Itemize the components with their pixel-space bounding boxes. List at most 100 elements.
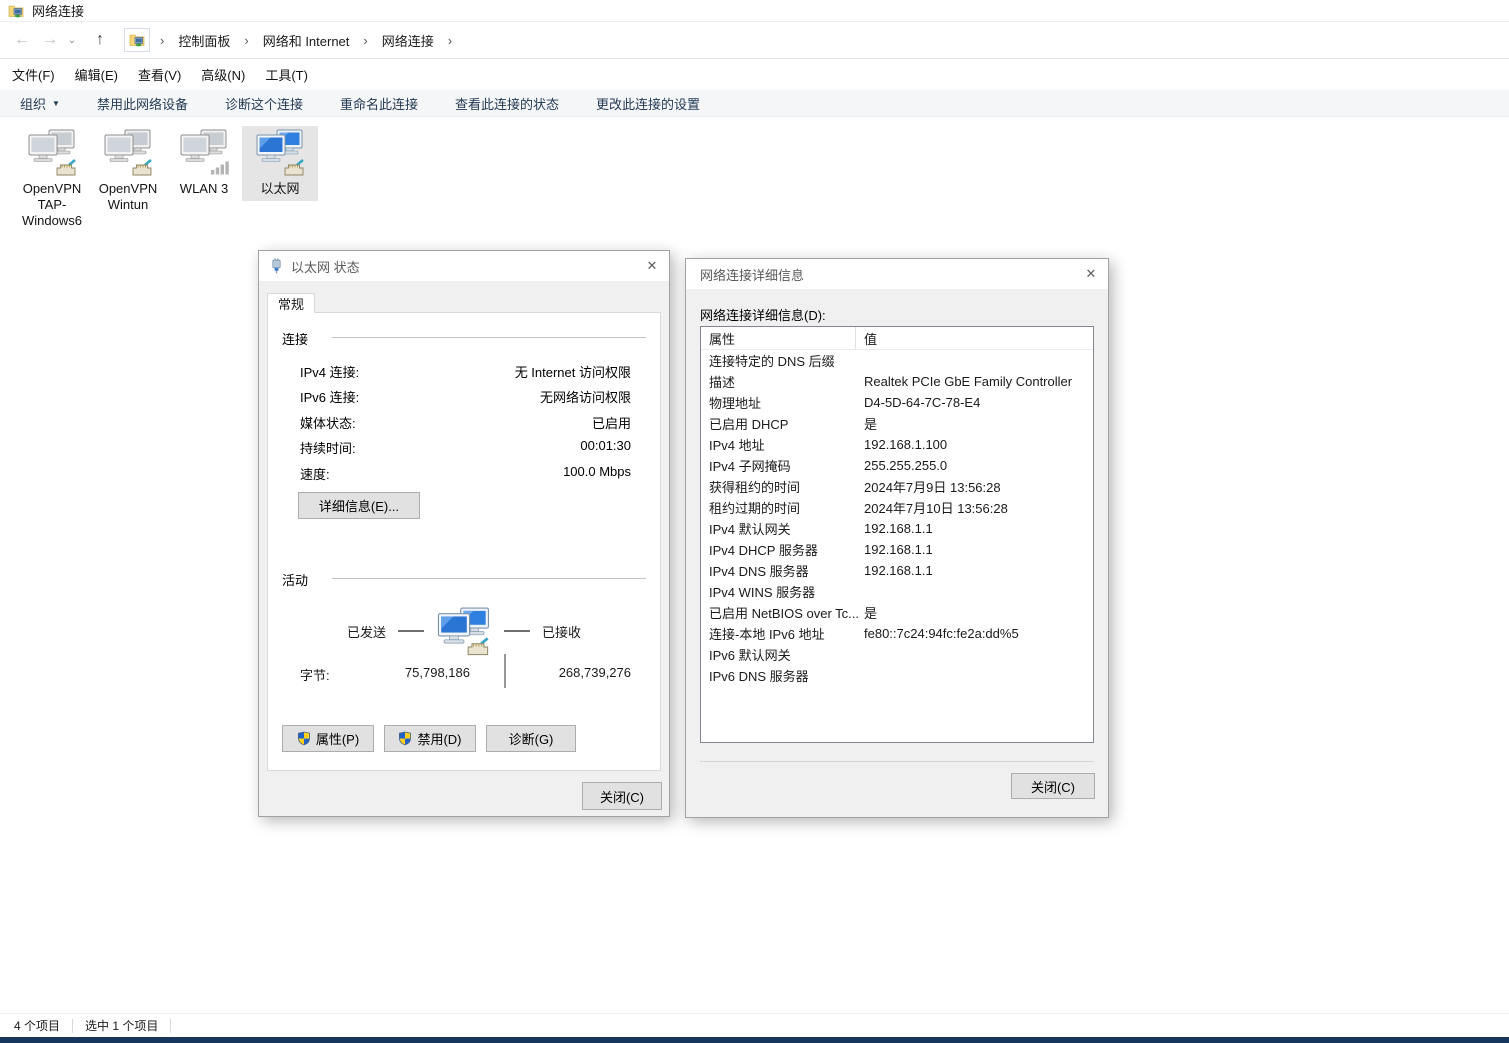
- ipv6-connectivity-label: IPv6 连接:: [300, 387, 359, 406]
- table-row[interactable]: IPv6 默认网关: [701, 644, 1093, 665]
- toolbar-organize-label: 组织: [20, 94, 46, 113]
- connection-item-openvpn-tap[interactable]: OpenVPN TAP-Windows6: [14, 126, 90, 233]
- toolbar-diagnose-connection[interactable]: 诊断这个连接: [225, 94, 303, 113]
- row-property: IPv4 子网掩码: [701, 456, 856, 475]
- media-state-value: 已启用: [592, 413, 631, 432]
- ipv4-connectivity-label: IPv4 连接:: [300, 362, 359, 381]
- forward-icon[interactable]: →: [36, 31, 64, 49]
- toolbar-organize[interactable]: 组织 ▼: [20, 94, 60, 113]
- duration-label: 持续时间:: [300, 438, 356, 457]
- group-divider: [332, 337, 646, 338]
- details-list-label: 网络连接详细信息(D):: [700, 305, 826, 324]
- row-value: 是: [856, 603, 1093, 622]
- bytes-label: 字节:: [300, 665, 330, 684]
- row-value: 255.255.255.0: [856, 458, 1093, 473]
- table-row[interactable]: 连接特定的 DNS 后缀: [701, 350, 1093, 371]
- link-dash: [398, 630, 424, 632]
- activity-diagram: 已发送 已接收: [268, 606, 660, 656]
- dialog-titlebar: 网络连接详细信息 ✕: [686, 259, 1108, 289]
- row-value: 192.168.1.1: [856, 563, 1093, 578]
- navigation-bar: ← → ⌄ ↑ › 控制面板 › 网络和 Internet › 网络连接 ›: [0, 22, 1509, 59]
- close-icon[interactable]: ✕: [635, 251, 669, 281]
- back-icon[interactable]: ←: [8, 31, 36, 49]
- menu-tools[interactable]: 工具(T): [255, 65, 318, 84]
- connection-group-label: 连接: [282, 329, 308, 348]
- row-value: Realtek PCIe GbE Family Controller: [856, 374, 1093, 389]
- row-value: fe80::7c24:94fc:fe2a:dd%5: [856, 626, 1093, 641]
- details-table: 属性 值 连接特定的 DNS 后缀 描述 Realtek PCIe GbE Fa…: [700, 326, 1094, 743]
- table-row[interactable]: IPv4 DNS 服务器 192.168.1.1: [701, 560, 1093, 581]
- ethernet-adapter-active-icon: [255, 129, 305, 177]
- row-property: 物理地址: [701, 393, 856, 412]
- table-row[interactable]: 已启用 NetBIOS over Tc... 是: [701, 602, 1093, 623]
- row-value: 2024年7月10日 13:56:28: [856, 498, 1093, 517]
- toolbar-view-connection-status[interactable]: 查看此连接的状态: [455, 94, 559, 113]
- menu-view[interactable]: 查看(V): [128, 65, 191, 84]
- tab-general[interactable]: 常规: [267, 293, 315, 313]
- status-row: IPv4 连接: 无 Internet 访问权限: [300, 362, 631, 378]
- menu-edit[interactable]: 编辑(E): [65, 65, 128, 84]
- menu-file[interactable]: 文件(F): [2, 65, 65, 84]
- statusbar-divider: [170, 1019, 171, 1033]
- media-state-label: 媒体状态:: [300, 413, 356, 432]
- connection-item-openvpn-wintun[interactable]: OpenVPN Wintun: [90, 126, 166, 217]
- breadcrumb-separator: ›: [160, 33, 164, 48]
- table-row[interactable]: IPv4 子网掩码 255.255.255.0: [701, 455, 1093, 476]
- table-row[interactable]: 获得租约的时间 2024年7月9日 13:56:28: [701, 476, 1093, 497]
- toolbar-disable-device[interactable]: 禁用此网络设备: [97, 94, 188, 113]
- breadcrumb-control-panel[interactable]: 控制面板: [178, 31, 230, 50]
- table-row[interactable]: 连接-本地 IPv6 地址 fe80::7c24:94fc:fe2a:dd%5: [701, 623, 1093, 644]
- received-label: 已接收: [542, 622, 581, 641]
- status-row: 持续时间: 00:01:30: [300, 438, 631, 454]
- table-row[interactable]: IPv6 DNS 服务器: [701, 665, 1093, 686]
- menu-bar: 文件(F) 编辑(E) 查看(V) 高级(N) 工具(T): [0, 59, 1509, 90]
- footer-divider: [700, 761, 1094, 762]
- window-titlebar: 网络连接: [0, 0, 1509, 22]
- connection-item-wlan3[interactable]: WLAN 3: [166, 126, 242, 201]
- command-toolbar: 组织 ▼ 禁用此网络设备 诊断这个连接 重命名此连接 查看此连接的状态 更改此连…: [0, 90, 1509, 117]
- close-icon[interactable]: ✕: [1074, 259, 1108, 289]
- status-close-button[interactable]: 关闭(C): [582, 782, 662, 810]
- table-row[interactable]: 租约过期的时间 2024年7月10日 13:56:28: [701, 497, 1093, 518]
- uac-shield-icon: [297, 731, 311, 746]
- toolbar-change-connection-settings[interactable]: 更改此连接的设置: [596, 94, 700, 113]
- details-close-button[interactable]: 关闭(C): [1011, 773, 1095, 799]
- speed-value: 100.0 Mbps: [563, 464, 631, 479]
- recent-locations-icon[interactable]: ⌄: [64, 35, 80, 46]
- bytes-received-value: 268,739,276: [559, 665, 631, 680]
- row-property: IPv4 DHCP 服务器: [701, 540, 856, 559]
- row-property: 获得租约的时间: [701, 477, 856, 496]
- properties-button[interactable]: 属性(P): [282, 725, 374, 752]
- breadcrumb-separator: ›: [448, 33, 452, 48]
- row-value: 是: [856, 414, 1093, 433]
- diagnose-button[interactable]: 诊断(G): [486, 725, 576, 752]
- details-button[interactable]: 详细信息(E)...: [298, 492, 420, 519]
- menu-advanced[interactable]: 高级(N): [191, 65, 255, 84]
- up-icon[interactable]: ↑: [86, 31, 114, 49]
- connection-item-ethernet[interactable]: 以太网: [242, 126, 318, 201]
- table-row[interactable]: 物理地址 D4-5D-64-7C-78-E4: [701, 392, 1093, 413]
- disable-button[interactable]: 禁用(D): [384, 725, 476, 752]
- connection-item-label: OpenVPN TAP-Windows6: [16, 181, 88, 229]
- table-row[interactable]: 描述 Realtek PCIe GbE Family Controller: [701, 371, 1093, 392]
- duration-value: 00:01:30: [580, 438, 631, 453]
- table-row[interactable]: IPv4 WINS 服务器: [701, 581, 1093, 602]
- toolbar-rename-connection[interactable]: 重命名此连接: [340, 94, 418, 113]
- status-bar: 4 个项目 选中 1 个项目: [0, 1013, 1509, 1037]
- column-value[interactable]: 值: [856, 327, 1093, 349]
- dialog-title: 网络连接详细信息: [700, 265, 804, 284]
- details-table-header: 属性 值: [701, 327, 1093, 350]
- table-row[interactable]: IPv4 默认网关 192.168.1.1: [701, 518, 1093, 539]
- breadcrumb-network-internet[interactable]: 网络和 Internet: [263, 31, 350, 50]
- table-row[interactable]: IPv4 DHCP 服务器 192.168.1.1: [701, 539, 1093, 560]
- table-row[interactable]: 已启用 DHCP 是: [701, 413, 1093, 434]
- breadcrumb-network-connections[interactable]: 网络连接: [382, 31, 434, 50]
- row-property: IPv4 DNS 服务器: [701, 561, 856, 580]
- address-bar-icon-box[interactable]: [124, 28, 150, 52]
- column-property[interactable]: 属性: [701, 327, 856, 349]
- row-value: 2024年7月9日 13:56:28: [856, 477, 1093, 496]
- table-row[interactable]: IPv4 地址 192.168.1.100: [701, 434, 1093, 455]
- link-dash: [504, 630, 530, 632]
- breadcrumb-separator: ›: [244, 33, 248, 48]
- properties-button-label: 属性(P): [316, 729, 359, 748]
